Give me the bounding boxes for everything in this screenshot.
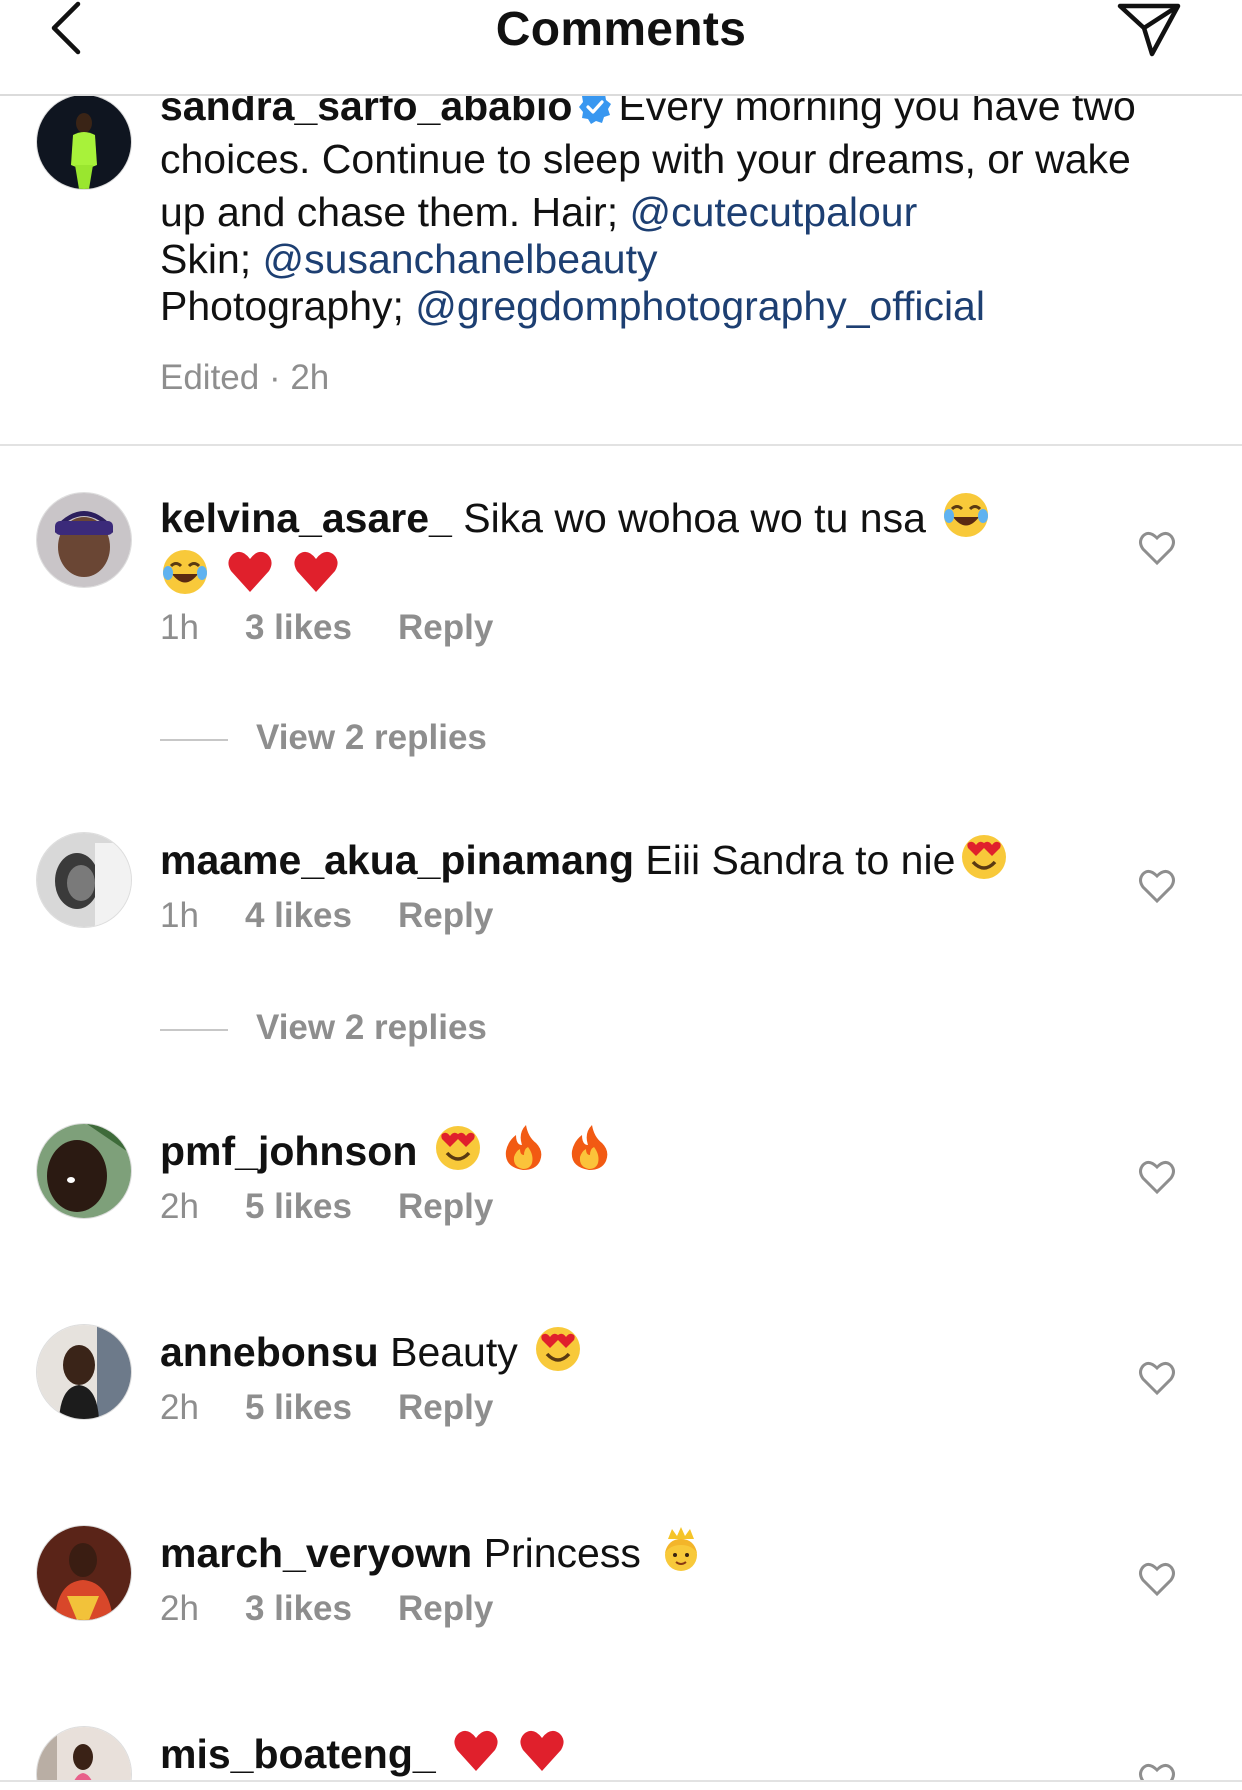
view-replies-label[interactable]: View 2 replies [256,718,487,757]
comment-time: 1h [160,608,199,647]
like-heart-icon[interactable] [1138,1762,1176,1780]
comment-text: Sika wo wohoa wo tu nsa [463,495,926,541]
comment-text: Eiii Sandra to nie [645,837,956,883]
divider [160,738,228,741]
comment-time: 2h [160,1589,199,1628]
red-heart-emoji-icon [517,1726,567,1776]
heart-eyes-emoji-icon [433,1123,483,1173]
reply-button[interactable]: Reply [398,608,493,648]
likes-count[interactable]: 4 likes [245,896,352,936]
heart-eyes-emoji-icon [959,832,1009,882]
verified-badge-icon [578,94,612,124]
page-title: Comments [495,3,747,56]
caption-text-1: Every morning you have two [618,94,1136,129]
mention-link[interactable]: @susanchanelbeauty [263,236,658,282]
comment-username[interactable]: mis_boateng_ [160,1731,436,1777]
direct-share-icon[interactable] [1114,0,1184,60]
fire-emoji-icon [498,1123,548,1173]
comment-time: 1h [160,896,199,935]
mention-link[interactable]: @gregdomphotography_official [415,283,985,329]
comment-username[interactable]: annebonsu [160,1329,379,1375]
avatar[interactable] [36,1726,132,1780]
joy-emoji-icon [941,490,991,540]
reply-button[interactable]: Reply [398,1589,493,1629]
post-caption: sandra_sarfo_ababio Every morning you hav… [0,94,1242,446]
comment-time: 2h [160,1187,199,1226]
comment-username[interactable]: march_veryown [160,1530,472,1576]
caption-text-5: Photography; [160,283,416,329]
comment-username[interactable]: kelvina_asare_ [160,495,452,541]
red-heart-emoji-icon [225,547,275,597]
view-replies-button[interactable]: View 2 replies [160,718,487,758]
red-heart-emoji-icon [451,1726,501,1776]
view-replies-label[interactable]: View 2 replies [256,1008,487,1047]
comment-text: Princess [483,1530,641,1576]
caption-text-2: choices. Continue to sleep with your dre… [160,136,1131,182]
caption-meta: Edited · 2h [160,358,330,397]
heart-eyes-emoji-icon [533,1324,583,1374]
like-heart-icon[interactable] [1138,868,1176,904]
comment-text: Beauty [390,1329,518,1375]
caption-username[interactable]: sandra_sarfo_ababio [160,94,572,129]
caption-text-3: up and chase them. Hair; [160,189,630,235]
reply-button[interactable]: Reply [398,1187,493,1227]
reply-button[interactable]: Reply [398,896,493,936]
fire-emoji-icon [564,1123,614,1173]
avatar[interactable] [36,1525,132,1621]
avatar[interactable] [36,94,132,190]
avatar[interactable] [36,492,132,588]
red-heart-emoji-icon [291,547,341,597]
likes-count[interactable]: 3 likes [245,608,352,648]
princess-emoji-icon [656,1525,706,1575]
like-heart-icon[interactable] [1138,1159,1176,1195]
mention-link[interactable]: @cutecutpalour [629,189,917,235]
avatar[interactable] [36,1324,132,1420]
comment-username[interactable]: maame_akua_pinamang [160,837,634,883]
divider [0,1780,1242,1782]
reply-button[interactable]: Reply [398,1388,493,1428]
like-heart-icon[interactable] [1138,1561,1176,1597]
comment-username[interactable]: pmf_johnson [160,1128,417,1174]
joy-emoji-icon [160,547,210,597]
view-replies-button[interactable]: View 2 replies [160,1008,487,1048]
header-bar: Comments [0,0,1242,96]
divider [160,1028,228,1031]
caption-text-4: Skin; [160,236,263,282]
avatar[interactable] [36,832,132,928]
likes-count[interactable]: 5 likes [245,1187,352,1227]
like-heart-icon[interactable] [1138,1360,1176,1396]
likes-count[interactable]: 5 likes [245,1388,352,1428]
like-heart-icon[interactable] [1138,530,1176,566]
likes-count[interactable]: 3 likes [245,1589,352,1629]
comment-item: mis_boateng_ [0,1726,1242,1780]
comment-time: 2h [160,1388,199,1427]
avatar[interactable] [36,1123,132,1219]
